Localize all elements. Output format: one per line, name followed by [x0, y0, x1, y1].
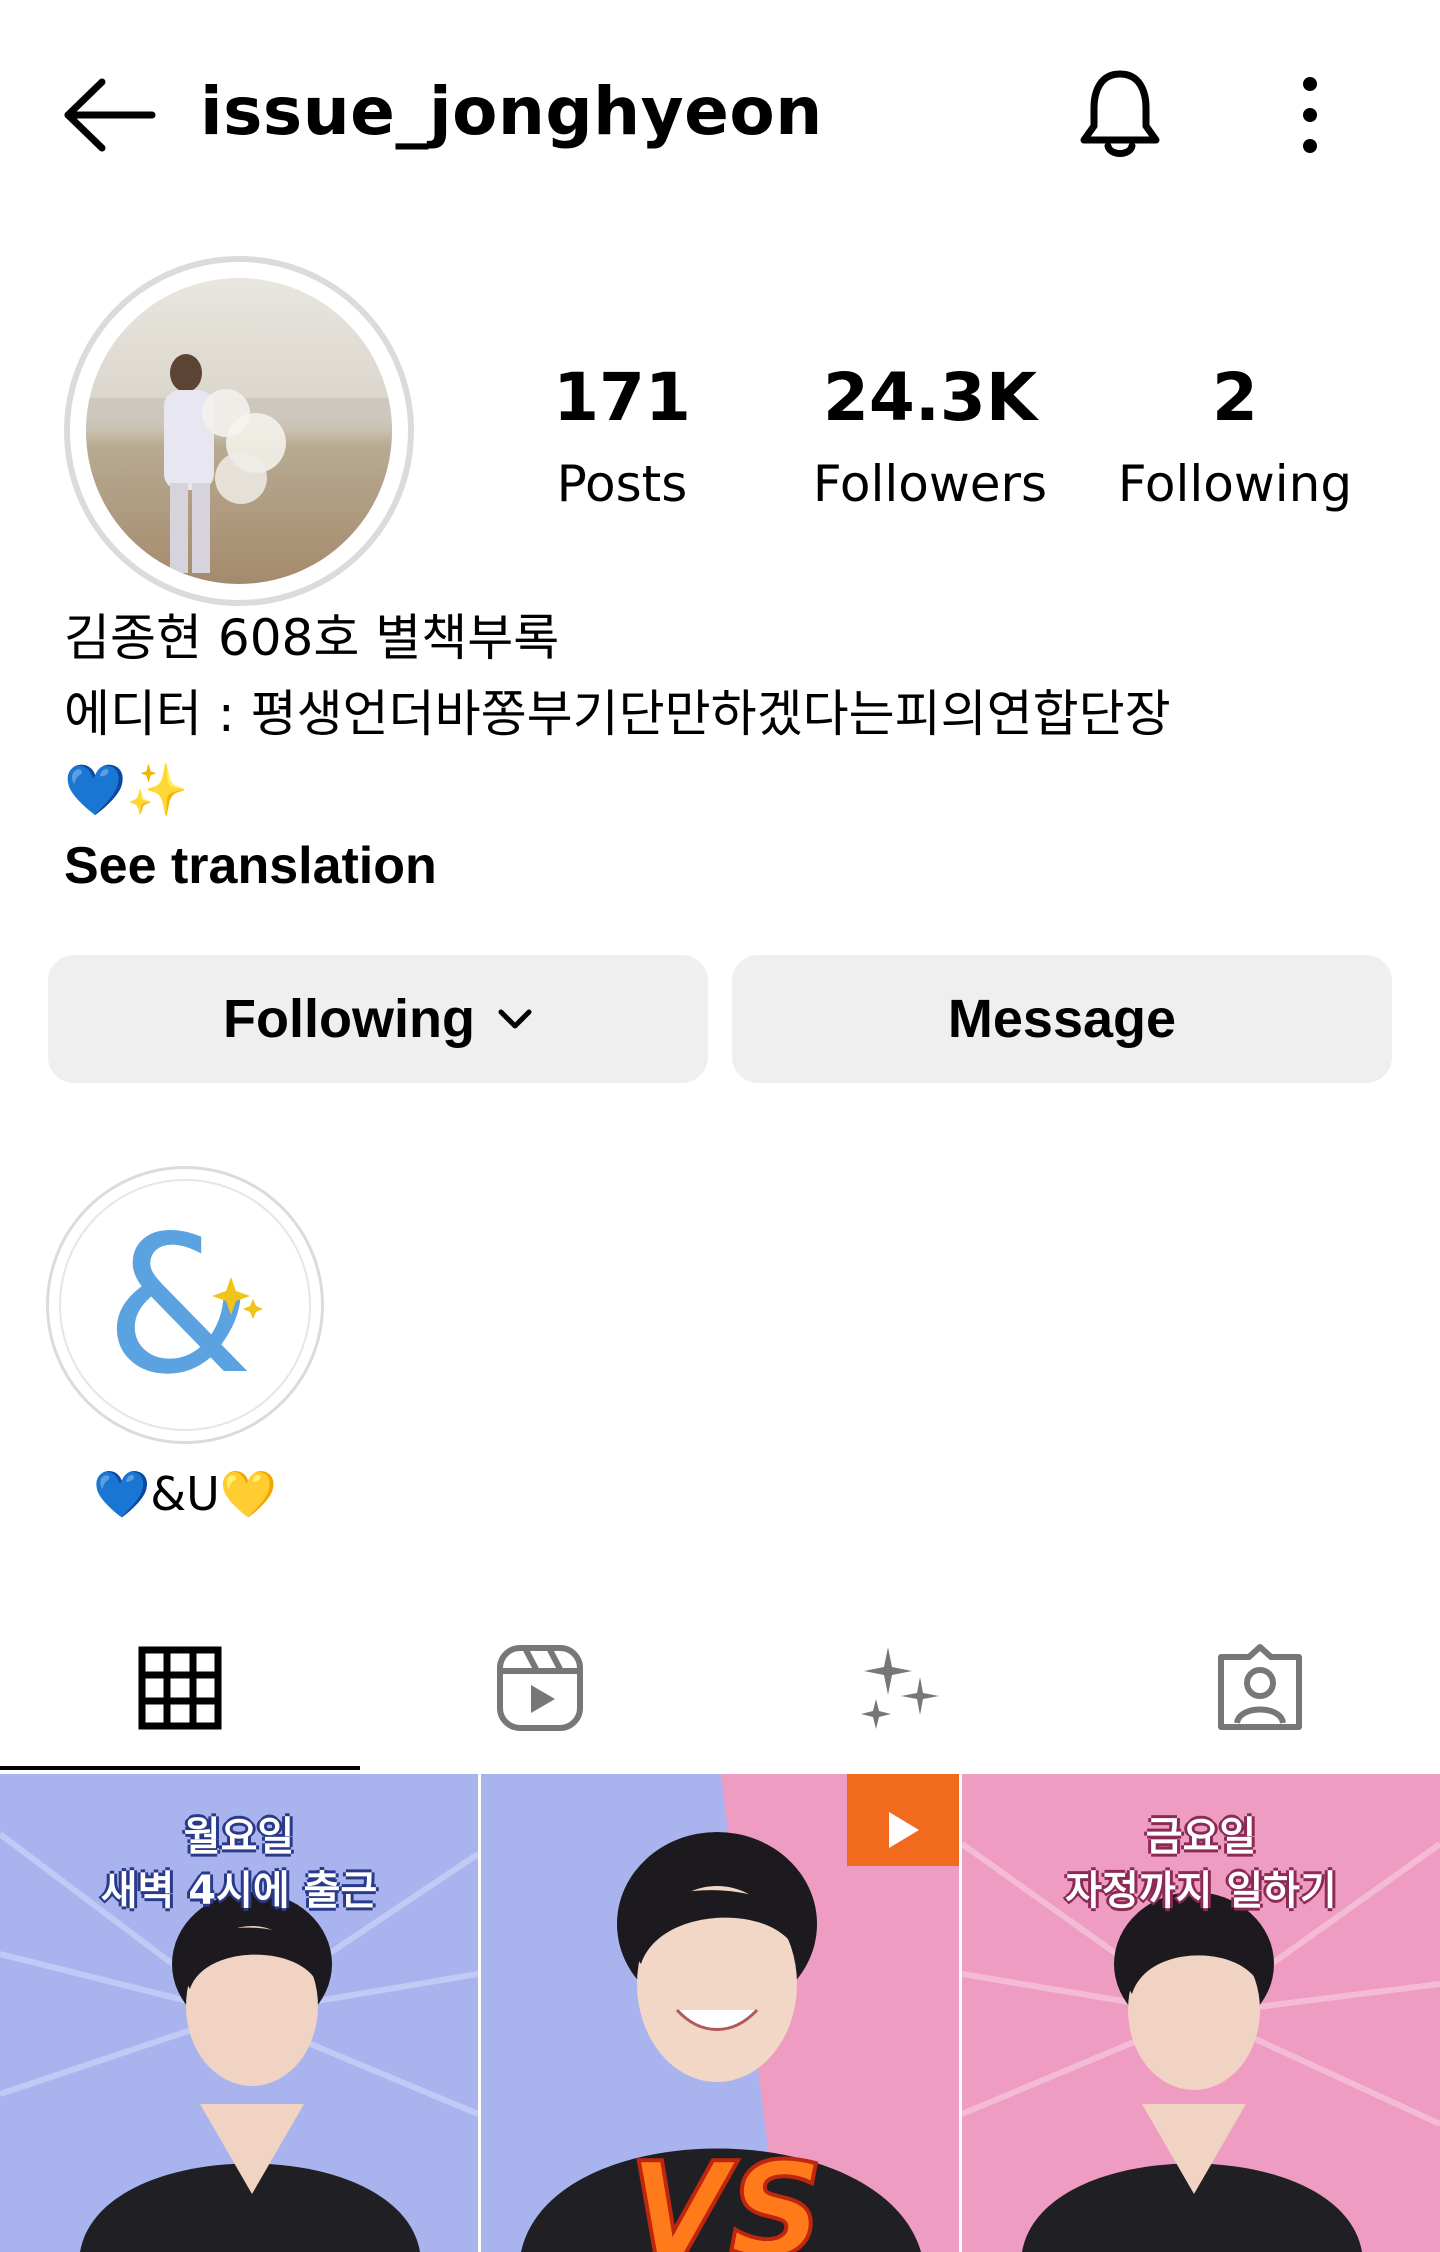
- followers-count: 24.3K: [823, 359, 1037, 436]
- tab-ai[interactable]: [720, 1600, 1080, 1776]
- chevron-down-icon: [498, 1009, 532, 1029]
- tab-tagged[interactable]: [1080, 1600, 1440, 1776]
- post-thumbnail[interactable]: VS: [481, 1774, 959, 2252]
- bio-line-editor: 에디터 : 평생언더바쫑부기단만하겠다는피의연합단장: [64, 685, 1171, 743]
- post-thumbnail[interactable]: 금요일 자정까지 일하기: [962, 1774, 1440, 2252]
- stat-followers[interactable]: 24.3K Followers: [800, 352, 1060, 524]
- followers-label: Followers: [812, 455, 1048, 513]
- message-button-label: Message: [947, 989, 1177, 1049]
- stat-posts[interactable]: 171 Posts: [522, 352, 722, 524]
- profile-username: issue_jonghyeon: [200, 73, 823, 150]
- post-thumbnail[interactable]: 월요일 새벽 4시에 출근: [0, 1774, 478, 2252]
- bio-line-emoji: 💙✨: [64, 761, 189, 819]
- top-bar: issue_jonghyeon: [0, 0, 1440, 230]
- stat-following[interactable]: 2 Following: [1105, 352, 1365, 524]
- back-button[interactable]: [60, 70, 160, 160]
- tagged-person-icon: [1218, 1644, 1302, 1730]
- avatar: [86, 278, 392, 584]
- reels-icon: [497, 1645, 583, 1731]
- highlight-ring: &: [46, 1166, 324, 1444]
- following-count: 2: [1212, 359, 1258, 436]
- posts-grid: 월요일 새벽 4시에 출근 VS 금요일 자정까지 일하기: [0, 1774, 1440, 2252]
- more-vertical-icon: [1303, 77, 1317, 153]
- ampersand-sparkle-icon: &: [105, 1195, 263, 1416]
- following-button-label: Following: [223, 989, 475, 1049]
- highlight-label: 💙&U💛: [92, 1467, 278, 1521]
- tab-posts[interactable]: [0, 1600, 360, 1776]
- post-vs-badge: VS: [627, 2132, 825, 2252]
- post-caption-line: 월요일: [183, 1814, 295, 1860]
- highlight-cover: &: [59, 1179, 311, 1431]
- post-caption-line: 새벽 4시에 출근: [100, 1868, 378, 1914]
- following-label: Following: [1117, 455, 1353, 513]
- tab-reels[interactable]: [360, 1600, 720, 1776]
- post-caption-line: 금요일: [1145, 1814, 1257, 1860]
- see-translation-link[interactable]: See translation: [64, 828, 1404, 904]
- bio-line-name: 김종현 608호 별책부록: [64, 609, 560, 667]
- arrow-left-icon: [64, 78, 156, 152]
- post-caption: 월요일 새벽 4시에 출근: [0, 1810, 478, 1918]
- following-button[interactable]: Following: [48, 955, 708, 1083]
- story-highlight[interactable]: & 💙&U💛: [46, 1166, 324, 1534]
- grid-icon: [138, 1646, 222, 1730]
- sparkles-icon: [861, 1647, 939, 1729]
- post-caption-line: 자정까지 일하기: [1065, 1868, 1337, 1914]
- message-button[interactable]: Message: [732, 955, 1392, 1083]
- profile-bio: 김종현 608호 별책부록 에디터 : 평생언더바쫑부기단만하겠다는피의연합단장…: [64, 600, 1404, 904]
- notifications-button[interactable]: [1070, 62, 1170, 162]
- more-options-button[interactable]: [1270, 70, 1350, 160]
- profile-tabs: [0, 1600, 1440, 1776]
- active-tab-indicator: [0, 1766, 360, 1770]
- posts-count: 171: [553, 359, 691, 436]
- bell-icon: [1080, 70, 1160, 157]
- post-caption: 금요일 자정까지 일하기: [962, 1810, 1440, 1918]
- profile-avatar-ring[interactable]: [64, 256, 414, 606]
- posts-label: Posts: [556, 455, 688, 513]
